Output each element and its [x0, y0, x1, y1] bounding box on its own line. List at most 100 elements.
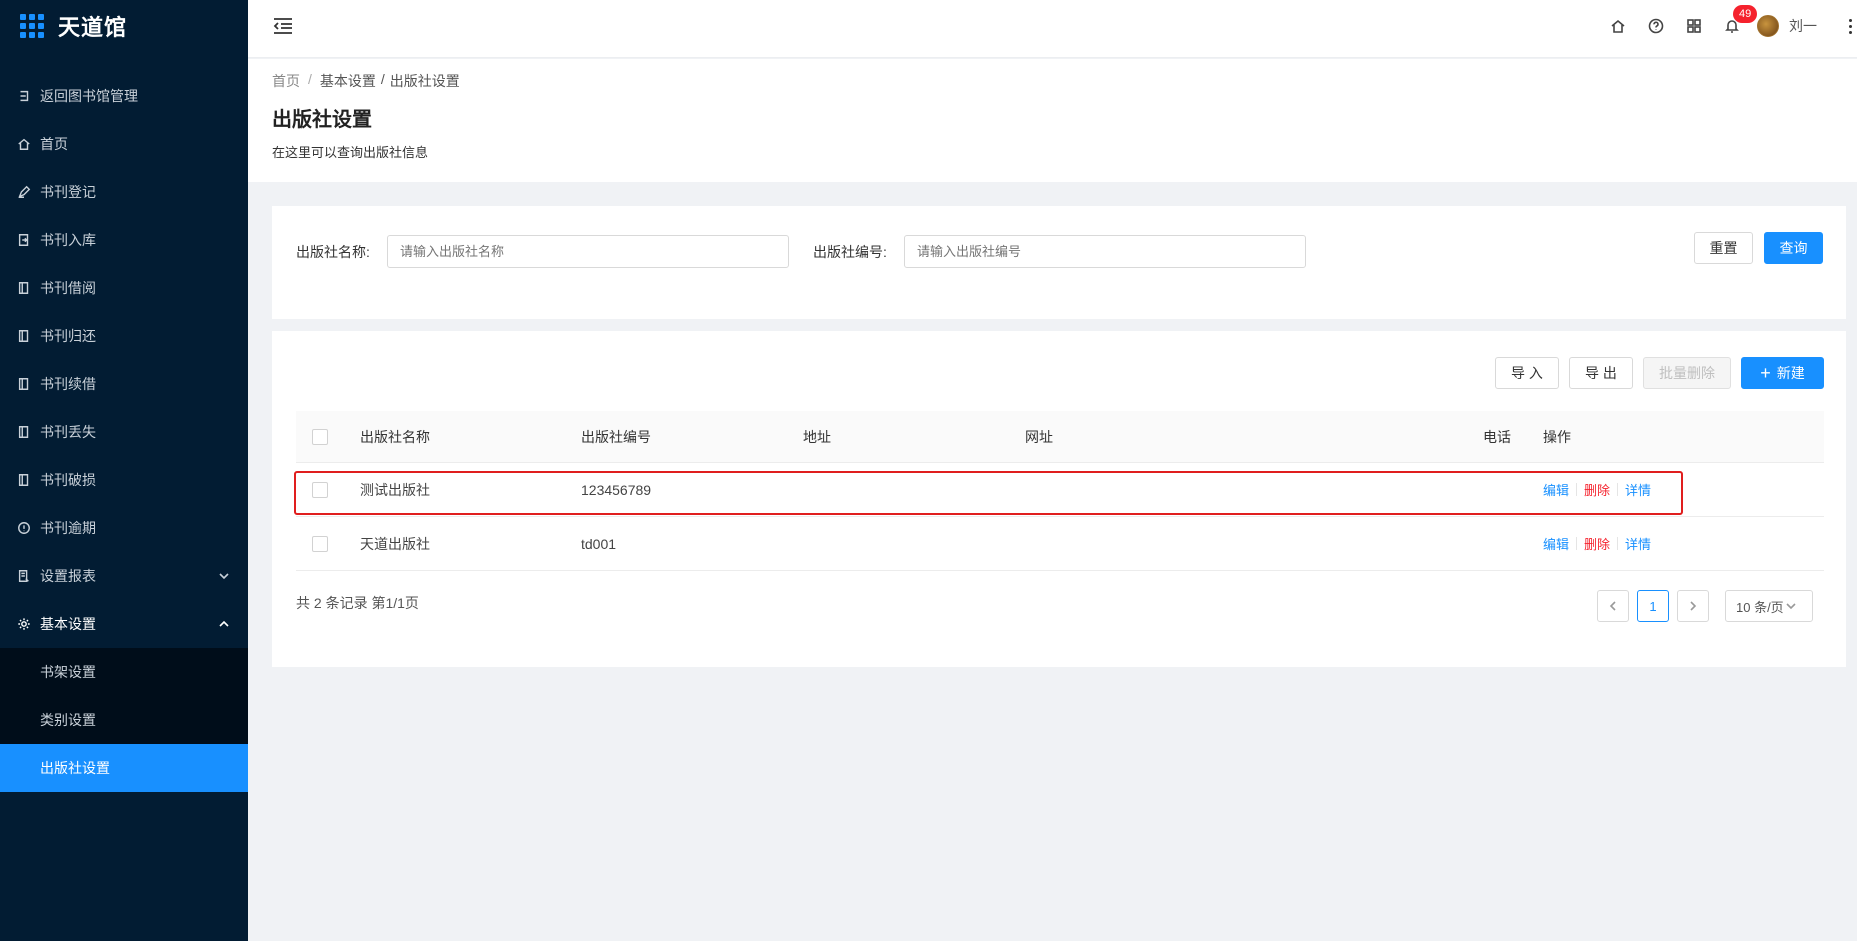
- sidebar-item-book-return[interactable]: 书刊归还: [0, 312, 248, 360]
- sidebar-item-label: 类别设置: [40, 712, 96, 728]
- query-button[interactable]: 查询: [1764, 232, 1823, 264]
- row-checkbox[interactable]: [312, 535, 328, 552]
- import-button[interactable]: 导 入: [1495, 357, 1559, 389]
- sidebar-item-label: 出版社设置: [40, 760, 110, 776]
- app-logo[interactable]: 天道馆: [0, 0, 248, 52]
- column-header-address[interactable]: 地址: [803, 411, 831, 462]
- publisher-name-label: 出版社名称:: [296, 244, 370, 260]
- action-divider: [1576, 537, 1578, 550]
- cell-publisher-code: td001: [581, 535, 617, 552]
- column-header-actions: 操作: [1543, 428, 1571, 445]
- apps-grid-icon[interactable]: [1675, 0, 1713, 52]
- sidebar-item-return-library[interactable]: 返回图书馆管理: [0, 72, 248, 120]
- pen-icon: [16, 184, 32, 200]
- sidebar-item-book-register[interactable]: 书刊登记: [0, 168, 248, 216]
- detail-link[interactable]: 详情: [1625, 480, 1651, 499]
- publisher-code-label: 出版社编号:: [813, 244, 887, 260]
- export-button[interactable]: 导 出: [1569, 357, 1633, 389]
- app-name: 天道馆: [58, 15, 128, 40]
- row-actions: 编辑 删除 详情: [1543, 463, 1651, 516]
- more-vertical-icon[interactable]: [1843, 17, 1857, 35]
- avatar: [1757, 15, 1779, 37]
- column-header-website[interactable]: 网址: [1025, 411, 1053, 462]
- reset-button[interactable]: 重置: [1694, 232, 1753, 264]
- column-header-code[interactable]: 出版社编号: [581, 411, 651, 462]
- sidebar-item-book-lost[interactable]: 书刊丢失: [0, 408, 248, 456]
- row-checkbox[interactable]: [312, 481, 328, 498]
- sidebar-item-label: 基本设置: [40, 616, 96, 632]
- publisher-name-input[interactable]: [387, 235, 789, 268]
- prev-page-button[interactable]: [1597, 590, 1629, 622]
- breadcrumb-current: 出版社设置: [389, 73, 460, 89]
- column-header-phone[interactable]: 电话: [1483, 411, 1511, 462]
- plus-icon: +: [1760, 363, 1771, 383]
- chevron-right-icon: [1690, 601, 1697, 611]
- sidebar-item-book-stock-in[interactable]: 书刊入库: [0, 216, 248, 264]
- username: 刘一: [1789, 18, 1817, 34]
- header-actions: 49 刘一: [1599, 0, 1857, 52]
- edit-link[interactable]: 编辑: [1543, 534, 1569, 553]
- sidebar-item-label: 书刊丢失: [40, 424, 96, 440]
- batch-delete-button[interactable]: 批量删除: [1643, 357, 1731, 389]
- sidebar-item-publisher-settings[interactable]: 出版社设置: [0, 744, 248, 792]
- book-icon: [16, 328, 32, 344]
- home-icon[interactable]: [1599, 0, 1637, 52]
- select-all-checkbox[interactable]: [312, 428, 328, 445]
- sidebar-item-book-overdue[interactable]: 书刊逾期: [0, 504, 248, 552]
- cell-publisher-name: 测试出版社: [360, 481, 430, 498]
- chevron-down-icon: [1786, 603, 1796, 610]
- chevron-up-icon: [218, 617, 230, 629]
- sidebar-item-home[interactable]: 首页: [0, 120, 248, 168]
- sidebar-item-report-settings[interactable]: 设置报表: [0, 552, 248, 600]
- breadcrumb-section[interactable]: 基本设置: [320, 71, 376, 91]
- new-button-label: 新建: [1776, 365, 1805, 381]
- book-icon: [16, 280, 32, 296]
- top-header: 49 刘一: [248, 0, 1857, 58]
- return-icon: [16, 88, 32, 104]
- publisher-table-card: 导 入 导 出 批量删除 + 新建 出版社名称 出版社编号 地址 网址 电话 操…: [272, 331, 1846, 667]
- menu-fold-icon[interactable]: [272, 16, 294, 36]
- page-size-select[interactable]: 10 条/页: [1725, 590, 1813, 622]
- sidebar-item-shelf-settings[interactable]: 书架设置: [0, 648, 248, 696]
- gear-icon: [16, 616, 32, 632]
- chevron-left-icon: [1609, 601, 1616, 611]
- sidebar-item-basic-settings[interactable]: 基本设置: [0, 600, 248, 648]
- sidebar-item-book-damaged[interactable]: 书刊破损: [0, 456, 248, 504]
- edit-link[interactable]: 编辑: [1543, 480, 1569, 499]
- sidebar-item-book-borrow[interactable]: 书刊借阅: [0, 264, 248, 312]
- next-page-button[interactable]: [1677, 590, 1709, 622]
- notification-badge: 49: [1733, 5, 1758, 23]
- delete-link[interactable]: 删除: [1584, 534, 1610, 553]
- sidebar-item-label: 书刊登记: [40, 184, 96, 200]
- page-title: 出版社设置: [272, 109, 372, 131]
- page-description: 在这里可以查询出版社信息: [272, 145, 429, 160]
- alert-circle-icon: [16, 520, 32, 536]
- sidebar-item-label: 设置报表: [40, 568, 96, 584]
- sidebar-item-label: 返回图书馆管理: [40, 88, 138, 104]
- sidebar-item-book-renew[interactable]: 书刊续借: [0, 360, 248, 408]
- column-header-name[interactable]: 出版社名称: [360, 411, 430, 462]
- cell-publisher-name: 天道出版社: [360, 535, 430, 552]
- sidebar-item-category-settings[interactable]: 类别设置: [0, 696, 248, 744]
- new-button[interactable]: + 新建: [1741, 357, 1824, 389]
- sidebar-item-label: 书架设置: [40, 664, 96, 680]
- sidebar: 天道馆 返回图书馆管理 首页 书刊登记 书刊入库 书刊借阅 书刊归还 书刊续借 …: [0, 0, 248, 941]
- breadcrumb-home[interactable]: 首页: [272, 71, 300, 91]
- grid-logo-icon: [20, 14, 44, 38]
- table-header: 出版社名称 出版社编号 地址 网址 电话 操作: [296, 411, 1824, 463]
- basic-settings-submenu: 书架设置 类别设置 出版社设置: [0, 648, 248, 792]
- page-size-value: 10 条/页: [1736, 599, 1784, 615]
- delete-link[interactable]: 删除: [1584, 480, 1610, 499]
- user-menu[interactable]: 刘一: [1757, 15, 1817, 37]
- sidebar-item-label: 书刊续借: [40, 376, 96, 392]
- publisher-code-input[interactable]: [904, 235, 1306, 268]
- help-icon[interactable]: [1637, 0, 1675, 52]
- sidebar-item-label: 书刊破损: [40, 472, 96, 488]
- sidebar-item-label: 书刊归还: [40, 328, 96, 344]
- notification-bell-icon[interactable]: 49: [1713, 0, 1758, 52]
- breadcrumb: 首页 / 基本设置 / 出版社设置: [272, 71, 1833, 91]
- detail-link[interactable]: 详情: [1625, 534, 1651, 553]
- report-icon: [16, 568, 32, 584]
- action-divider: [1617, 537, 1619, 550]
- page-number-button[interactable]: 1: [1637, 590, 1669, 622]
